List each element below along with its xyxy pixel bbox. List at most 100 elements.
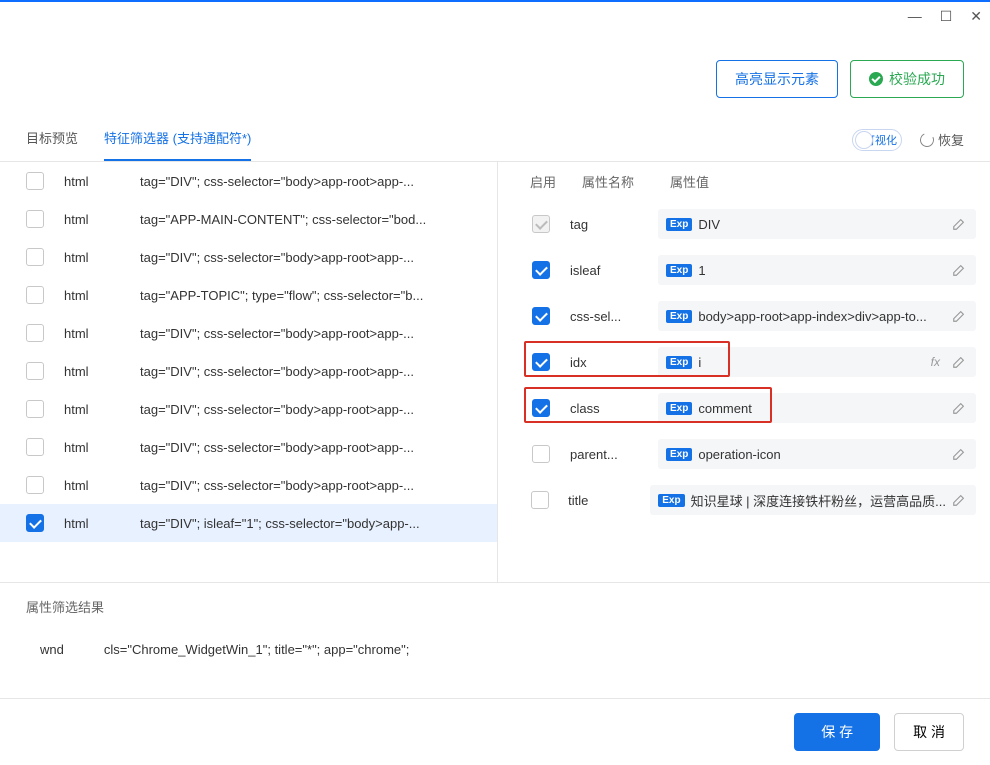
property-value-text: 知识星球 | 深度连接铁杆粉丝，运营高品质...	[691, 491, 946, 510]
property-row: css-sel... Expbody>app-root>app-index>div…	[508, 293, 990, 339]
row-description: tag="DIV"; css-selector="body>app-root>a…	[140, 326, 481, 341]
selector-row[interactable]: html tag="DIV"; isleaf="1"; css-selector=…	[0, 504, 497, 542]
col-name-header: 属性名称	[582, 172, 652, 191]
validate-label: 校验成功	[889, 69, 945, 89]
selector-row[interactable]: htmltag="APP-MAIN-CONTENT"; css-selector…	[0, 200, 497, 238]
row-type: html	[64, 250, 120, 265]
property-row: parent... Expoperation-icon	[508, 431, 990, 477]
exp-badge: Exp	[666, 264, 692, 277]
fx-icon[interactable]: fx	[931, 355, 940, 369]
minimize-icon[interactable]: —	[908, 8, 922, 24]
row-checkbox[interactable]	[26, 362, 44, 380]
exp-badge: Exp	[666, 356, 692, 369]
property-name: class	[570, 401, 640, 416]
property-value-field[interactable]: Exp 知识星球 | 深度连接铁杆粉丝，运营高品质...	[650, 485, 976, 515]
row-checkbox[interactable]	[26, 476, 44, 494]
row-checkbox[interactable]	[26, 400, 44, 418]
cancel-button[interactable]: 取 消	[894, 713, 964, 751]
property-row: tag ExpDIV	[508, 201, 990, 247]
property-name: parent...	[570, 447, 640, 462]
selector-row[interactable]: html tag="DIV"; css-selector="body>app-ro…	[0, 238, 497, 276]
result-label: wnd	[40, 642, 64, 657]
validate-success-button[interactable]: 校验成功	[850, 60, 964, 98]
highlight-element-button[interactable]: 高亮显示元素	[716, 60, 838, 98]
property-name: isleaf	[570, 263, 640, 278]
edit-icon[interactable]	[952, 355, 966, 369]
property-enable-checkbox[interactable]	[532, 261, 550, 279]
row-type: html	[64, 402, 120, 417]
row-type: html	[64, 440, 120, 455]
row-type: html	[64, 516, 120, 531]
property-enable-checkbox[interactable]	[532, 445, 550, 463]
header-actions: 高亮显示元素 校验成功	[0, 30, 990, 118]
row-type: html	[64, 478, 120, 493]
edit-icon[interactable]	[952, 447, 966, 461]
tab-target-preview[interactable]: 目标预览	[26, 118, 78, 161]
property-enable-checkbox[interactable]	[532, 307, 550, 325]
save-button[interactable]: 保 存	[794, 713, 880, 751]
property-value-field[interactable]: Expifx	[658, 347, 976, 377]
property-enable-checkbox[interactable]	[532, 399, 550, 417]
tabs-right-controls: 可视化 恢复	[852, 129, 964, 151]
row-checkbox[interactable]	[26, 210, 44, 228]
property-name: idx	[570, 355, 640, 370]
tab-feature-filter[interactable]: 特征筛选器 (支持通配符*)	[104, 118, 251, 161]
property-value-text: DIV	[698, 217, 946, 232]
selector-row[interactable]: htmltag="DIV"; css-selector="body>app-ro…	[0, 314, 497, 352]
exp-badge: Exp	[666, 448, 692, 461]
exp-badge: Exp	[666, 310, 692, 323]
properties-pane[interactable]: 启用 属性名称 属性值 tagExpDIVisleafExp1css-sel..…	[498, 162, 990, 582]
property-name: css-sel...	[570, 309, 640, 324]
property-value-field[interactable]: Exp1	[658, 255, 976, 285]
tabs: 目标预览 特征筛选器 (支持通配符*)	[26, 118, 251, 161]
row-description: tag="DIV"; css-selector="body>app-root>a…	[140, 364, 481, 379]
row-type: html	[64, 174, 120, 189]
selector-row[interactable]: htmltag="DIV"; css-selector="body>app-ro…	[0, 428, 497, 466]
row-checkbox[interactable]	[26, 324, 44, 342]
result-row: wnd cls="Chrome_WidgetWin_1"; title="*";…	[26, 622, 964, 677]
property-enable-checkbox[interactable]	[532, 353, 550, 371]
property-value-field[interactable]: Expoperation-icon	[658, 439, 976, 469]
edit-icon[interactable]	[952, 401, 966, 415]
property-value-text: i	[698, 355, 924, 370]
property-enable-checkbox[interactable]	[531, 491, 549, 509]
row-checkbox[interactable]	[26, 172, 44, 190]
selector-row[interactable]: htmltag="DIV"; css-selector="body>app-ro…	[0, 466, 497, 504]
row-checkbox[interactable]	[26, 248, 44, 266]
selector-row[interactable]: htmltag="DIV"; css-selector="body>app-ro…	[0, 390, 497, 428]
result-value: cls="Chrome_WidgetWin_1"; title="*"; app…	[104, 642, 410, 657]
edit-icon[interactable]	[952, 263, 966, 277]
filter-result-section: 属性筛选结果 wnd cls="Chrome_WidgetWin_1"; tit…	[0, 582, 990, 677]
row-type: html	[64, 212, 120, 227]
property-enable-checkbox[interactable]	[532, 215, 550, 233]
maximize-icon[interactable]: ☐	[940, 8, 953, 25]
edit-icon[interactable]	[952, 309, 966, 323]
property-value-field[interactable]: Expbody>app-root>app-index>div>app-to...	[658, 301, 976, 331]
selector-row[interactable]: html tag="DIV"; css-selector="body>app-ro…	[0, 162, 497, 200]
property-value-field[interactable]: Expcomment	[658, 393, 976, 423]
exp-badge: Exp	[658, 494, 684, 507]
row-checkbox[interactable]	[26, 514, 44, 532]
visual-toggle[interactable]: 可视化	[852, 129, 902, 151]
row-type: html	[64, 364, 120, 379]
edit-icon[interactable]	[952, 493, 966, 507]
close-icon[interactable]: ✕	[970, 8, 982, 25]
row-description: tag="DIV"; css-selector="body>app-root>a…	[140, 250, 481, 265]
selector-row[interactable]: htmltag="APP-TOPIC"; type="flow"; css-se…	[0, 276, 497, 314]
row-checkbox[interactable]	[26, 438, 44, 456]
restore-label: 恢复	[938, 130, 964, 149]
selector-row[interactable]: html tag="DIV"; css-selector="body>app-ro…	[0, 352, 497, 390]
visual-toggle-label: 可视化	[864, 132, 897, 148]
edit-icon[interactable]	[952, 217, 966, 231]
property-row: isleaf Exp1	[508, 247, 990, 293]
property-value-text: comment	[698, 401, 946, 416]
property-list: tagExpDIVisleafExp1css-sel...Expbody>app…	[508, 201, 990, 523]
property-name: tag	[570, 217, 640, 232]
selector-tree-pane[interactable]: html tag="DIV"; css-selector="body>app-ro…	[0, 162, 498, 582]
restore-button[interactable]: 恢复	[920, 130, 964, 149]
row-description: tag="DIV"; isleaf="1"; css-selector="bod…	[140, 516, 481, 531]
property-row: idx Expifx	[508, 339, 990, 385]
row-description: tag="DIV"; css-selector="body>app-root>a…	[140, 174, 481, 189]
property-value-field[interactable]: ExpDIV	[658, 209, 976, 239]
row-checkbox[interactable]	[26, 286, 44, 304]
